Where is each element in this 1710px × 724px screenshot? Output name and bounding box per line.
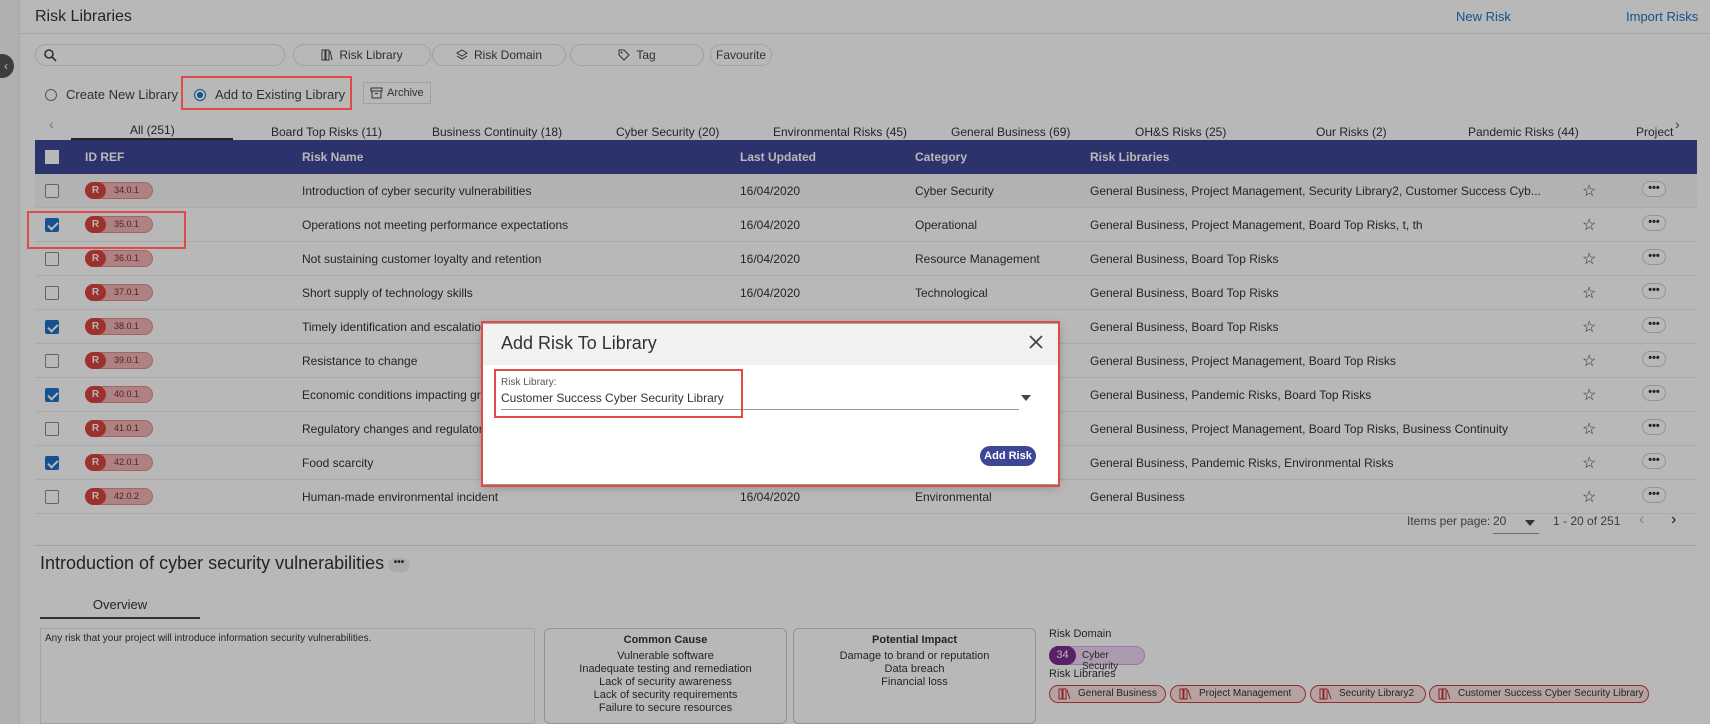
risk-library-field-label: Risk Library: (501, 377, 557, 388)
risk-library-select[interactable]: Customer Success Cyber Security Library (501, 391, 724, 405)
chevron-down-icon[interactable] (1021, 395, 1031, 401)
close-icon[interactable] (1026, 332, 1046, 352)
add-risk-button[interactable]: Add Risk (980, 446, 1036, 466)
app: ‹ Risk Libraries New Risk Import Risks R… (0, 0, 1710, 724)
dialog-title: Add Risk To Library (501, 333, 657, 353)
select-underline (501, 409, 1019, 410)
dialog-header: Add Risk To Library (483, 324, 1058, 365)
add-risk-dialog: Add Risk To Library Risk Library: Custom… (483, 324, 1058, 484)
